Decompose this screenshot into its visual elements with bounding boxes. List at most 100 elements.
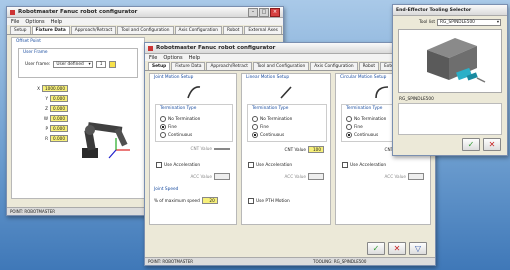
use-acceleration-check[interactable]: Use Acceleration [156,162,200,168]
row-value[interactable]: 0.000 [50,125,68,132]
acc-value[interactable] [214,173,230,180]
termination-title: Termination Type [252,106,289,111]
tab-setup[interactable]: Setup [10,26,31,34]
tab-approach-retract[interactable]: Approach/Retract [70,26,117,34]
linear-motion-group: Linear Motion Setup Termination Type No … [241,73,331,225]
cnt-label: CNT Value [190,146,212,151]
acc-value[interactable] [308,173,324,180]
checkbox[interactable] [248,198,254,204]
tool-list-label: Tool list [419,20,436,25]
opt-continuous[interactable]: Continuous [252,132,292,138]
tab-approach-retract[interactable]: Approach/Retract [206,62,252,70]
opt-no-termination[interactable]: No Termination [252,116,292,122]
maximize-button[interactable]: □ [259,7,269,17]
radio[interactable] [252,116,258,122]
radio[interactable] [346,116,352,122]
menu-options[interactable]: Options [25,19,44,25]
row-z: Z 0.000 [18,105,68,112]
tab-setup[interactable]: Setup [148,62,171,70]
tab-tool-configuration[interactable]: Tool and Configuration [117,26,174,34]
menu-help[interactable]: Help [51,19,62,25]
close-button[interactable]: × [270,7,280,17]
group-title: Linear Motion Setup [246,75,290,80]
row-value[interactable]: 0.000 [50,95,68,102]
menu-options[interactable]: Options [163,55,182,61]
tab-fixture-data[interactable]: Fixture Data [171,62,206,70]
opt-fine[interactable]: Fine [160,124,200,130]
checkbox[interactable] [156,162,162,168]
radio[interactable] [252,124,258,130]
row-x: X 1000.000 [18,85,68,92]
window-title: Robotmaster Fanuc robot configurator [156,45,276,51]
tab-axis-configuration[interactable]: Axis Configuration [310,62,358,70]
cnt-value[interactable] [214,147,230,150]
radio[interactable] [160,132,166,138]
group-title: Joint Motion Setup [154,75,194,80]
opt-continuous[interactable]: Continuous [346,132,386,138]
termination-type-box: Termination Type No Termination Fine Con… [155,104,233,142]
status-text-left: POINT: ROBOTMASTER [148,259,194,264]
joint-motion-group: Joint Motion Setup Termination Type No T… [149,73,237,225]
ok-button[interactable]: ✓ [367,242,385,255]
row-value[interactable]: 1000.000 [42,85,68,92]
title-bar[interactable]: Robotmaster Fanuc robot configurator – □… [7,7,283,18]
tab-robot[interactable]: Robot [358,62,380,70]
row-value[interactable]: 0.000 [50,105,68,112]
acc-field: ACC Value [285,173,324,180]
opt-label: Continuous [168,132,193,138]
speed-field: % of maximum speed 20 [154,197,218,204]
menu-bar: File Options Help [7,18,283,25]
opt-continuous[interactable]: Continuous [160,132,200,138]
row-value[interactable]: 0.000 [50,115,68,122]
opt-fine[interactable]: Fine [346,124,386,130]
tool-value: RG_SPINDLE500 [440,20,475,25]
row-value[interactable]: 0.000 [50,135,68,142]
radio[interactable] [346,132,352,138]
ok-button[interactable]: ✓ [462,138,480,151]
radio[interactable] [252,132,258,138]
radio[interactable] [160,116,166,122]
dialog-buttons: ✓ ✕ ▽ [367,242,427,255]
user-frame-value: User defined [56,62,84,67]
opt-no-termination[interactable]: No Termination [160,116,200,122]
use-acceleration-check[interactable]: Use Acceleration [342,162,386,168]
menu-help[interactable]: Help [189,55,200,61]
cancel-button[interactable]: ✕ [483,138,501,151]
tab-external-axes[interactable]: External Axes [244,26,282,34]
user-frame-select[interactable]: User defined ▾ [53,61,93,68]
group-title: Circular Motion Setup [340,75,387,80]
use-acceleration-check[interactable]: Use Acceleration [248,162,292,168]
opt-fine[interactable]: Fine [252,124,292,130]
user-frame-number[interactable]: 1 [95,61,107,68]
opt-label: No Termination [260,116,293,122]
tool-list-select[interactable]: RG_SPINDLE500 ▾ [437,19,502,26]
menu-file[interactable]: File [11,19,19,25]
minimize-button[interactable]: – [248,7,258,17]
use-pth-motion-check[interactable]: Use PTH Motion [248,198,290,204]
checkbox[interactable] [248,162,254,168]
accel-label: Use Acceleration [350,162,387,168]
menu-file[interactable]: File [149,55,157,61]
radio[interactable] [346,124,352,130]
tab-fixture-data[interactable]: Fixture Data [31,26,70,34]
accel-label: Use Acceleration [164,162,201,168]
subgroup-title: User Frame [23,50,48,55]
tab-tool-configuration[interactable]: Tool and Configuration [252,62,310,70]
tab-axis-configuration[interactable]: Axis Configuration [174,26,222,34]
joint-motion-icon [187,86,201,99]
cnt-value[interactable]: 100 [308,146,324,153]
checkbox[interactable] [342,162,348,168]
tab-robot[interactable]: Robot [222,26,244,34]
save-down-button[interactable]: ▽ [409,242,427,255]
spindle-tool-illustration [427,38,486,83]
opt-no-termination[interactable]: No Termination [346,116,386,122]
radio[interactable] [160,124,166,130]
opt-label: No Termination [168,116,201,122]
title-bar[interactable]: End-Effector Tooling Selector [393,5,507,16]
acc-value[interactable] [408,173,424,180]
window-title: End-Effector Tooling Selector [396,7,472,13]
opt-label: Continuous [260,132,285,138]
speed-value[interactable]: 20 [201,197,218,204]
group-title: Offset Point [16,39,41,44]
cancel-button[interactable]: ✕ [388,242,406,255]
